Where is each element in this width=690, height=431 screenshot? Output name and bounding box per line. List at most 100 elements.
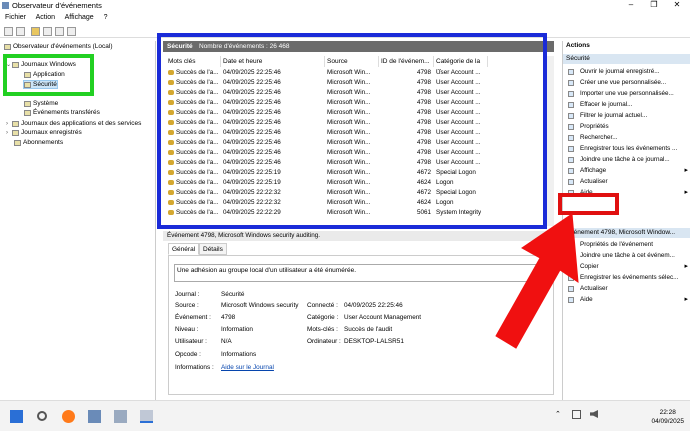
properties-icon[interactable] (43, 27, 52, 36)
evenement-value: 4798 (221, 314, 236, 321)
tree-system[interactable]: Système (24, 100, 58, 107)
action-icon (568, 157, 574, 163)
opcode-value: Informations (221, 351, 257, 358)
action-label: Filtrer le journal actuel... (580, 112, 648, 119)
chevron-right-icon: ▸ (684, 189, 688, 196)
tab-details[interactable]: Détails (199, 243, 227, 255)
actions-title: Actions (566, 42, 590, 49)
action-label: Créer une vue personnalisée... (580, 79, 667, 86)
action-icon (568, 113, 574, 119)
sec-action-1[interactable]: Créer une vue personnalisée... (563, 78, 690, 88)
action-icon (568, 135, 574, 141)
action-icon (568, 69, 574, 75)
action-icon (568, 146, 574, 152)
firefox-icon[interactable] (62, 410, 75, 423)
action-icon (568, 179, 574, 185)
categorie-value: User Account Management (344, 314, 422, 321)
menu-bar: Fichier Action Affichage ? (0, 12, 690, 22)
motscles-value: Succès de l'audit (344, 326, 393, 333)
action-label: Enregistrer tous les événements ... (580, 145, 678, 152)
subscription-icon (14, 139, 21, 146)
tree-subscriptions[interactable]: Abonnements (14, 139, 63, 146)
motscles-label: Mots-clés : (307, 326, 338, 333)
green-highlight (3, 54, 94, 96)
utilisateur-value: N/A (221, 338, 232, 345)
app-icon[interactable] (88, 410, 101, 423)
opcode-label: Opcode : (175, 351, 201, 358)
network-icon[interactable] (572, 410, 581, 419)
close-button[interactable]: ✕ (668, 0, 686, 9)
journal-label: Journal : (175, 291, 200, 298)
app-icon[interactable] (114, 410, 127, 423)
chevron-right-icon: ▸ (684, 296, 688, 303)
ordinateur-value: DESKTOP-LALSR51 (344, 338, 404, 345)
clock[interactable]: 22:28 04/09/2025 (651, 408, 684, 426)
evenement-label: Événement : (175, 314, 211, 321)
action-label: Importer une vue personnalisée... (580, 90, 674, 97)
red-arrow (495, 213, 579, 349)
help-icon[interactable] (55, 27, 64, 36)
log-icon (24, 109, 31, 116)
sec-action-3[interactable]: Effacer le journal... (563, 100, 690, 110)
blue-highlight (157, 33, 547, 229)
app-icon (2, 2, 9, 9)
tree-saved[interactable]: › Journaux enregistrés (6, 129, 82, 136)
event-viewer-taskbar-icon[interactable] (140, 410, 153, 423)
journal-value: Sécurité (221, 291, 245, 298)
folder-icon (12, 129, 19, 136)
sec-action-6[interactable]: Rechercher... (563, 133, 690, 143)
folder-icon[interactable] (31, 27, 40, 36)
tree-forwarded[interactable]: Événements transférés (24, 109, 100, 116)
action-label: Actualiser (580, 178, 608, 185)
minimize-button[interactable]: – (622, 0, 640, 9)
tab-general[interactable]: Général (168, 243, 200, 255)
folder-icon (12, 120, 19, 127)
back-icon[interactable] (4, 27, 13, 36)
chevron-right-icon: ▸ (684, 167, 688, 174)
window-title: Observateur d'événements (12, 1, 102, 10)
maximize-button[interactable]: ❐ (645, 0, 663, 9)
sec-action-10[interactable]: Actualiser (563, 177, 690, 187)
windows-start-icon[interactable] (10, 410, 23, 423)
tree-root[interactable]: Observateur d'événements (Local) (4, 43, 113, 50)
clock-date: 04/09/2025 (651, 418, 684, 425)
source-value: Microsoft Windows security (221, 302, 299, 309)
connecte-value: 04/09/2025 22:25:46 (344, 302, 403, 309)
help-link[interactable]: Aide sur le Journal (221, 364, 274, 371)
table-scrollbar[interactable] (547, 56, 554, 226)
panel-icon[interactable] (67, 27, 76, 36)
action-icon (568, 80, 574, 86)
sec-action-7[interactable]: Enregistrer tous les événements ... (563, 144, 690, 154)
chevron-right-icon: ▸ (684, 263, 688, 270)
action-label: Ouvrir le journal enregistré... (580, 68, 660, 75)
forward-icon[interactable] (16, 27, 25, 36)
action-label: Joindre une tâche à cet événem... (580, 252, 675, 259)
menu-fichier[interactable]: Fichier (5, 14, 26, 21)
sec-action-0[interactable]: Ouvrir le journal enregistré... (563, 67, 690, 77)
menu-help[interactable]: ? (104, 14, 108, 21)
volume-icon[interactable] (590, 410, 598, 418)
search-icon[interactable] (37, 411, 47, 421)
menu-affichage[interactable]: Affichage (65, 14, 94, 21)
niveau-label: Niveau : (175, 326, 199, 333)
tray-chevron-icon[interactable]: ⌃ (555, 410, 563, 423)
sec-action-4[interactable]: Filtrer le journal actuel... (563, 111, 690, 121)
clock-time: 22:28 (659, 409, 676, 416)
sec-action-9[interactable]: Affichage ▸ (563, 166, 690, 176)
actions-section-security[interactable]: Sécurité (563, 54, 690, 64)
utilisateur-label: Utilisateur : (175, 338, 207, 345)
menu-action[interactable]: Action (36, 14, 55, 21)
sec-action-8[interactable]: Joindre une tâche à ce journal... (563, 155, 690, 165)
action-label: Effacer le journal... (580, 101, 633, 108)
niveau-value: Information (221, 326, 253, 333)
action-label: Affichage (580, 167, 607, 174)
tree-apps-services[interactable]: › Journaux des applications et des servic… (6, 120, 141, 127)
action-icon (568, 102, 574, 108)
sec-action-5[interactable]: Propriétés (563, 122, 690, 132)
action-label: Propriétés (580, 123, 609, 130)
connecte-label: Connecté : (307, 302, 338, 309)
sec-action-2[interactable]: Importer une vue personnalisée... (563, 89, 690, 99)
title-bar: Observateur d'événements – ❐ ✕ (0, 0, 690, 12)
log-icon (24, 100, 31, 107)
ordinateur-label: Ordinateur : (307, 338, 341, 345)
